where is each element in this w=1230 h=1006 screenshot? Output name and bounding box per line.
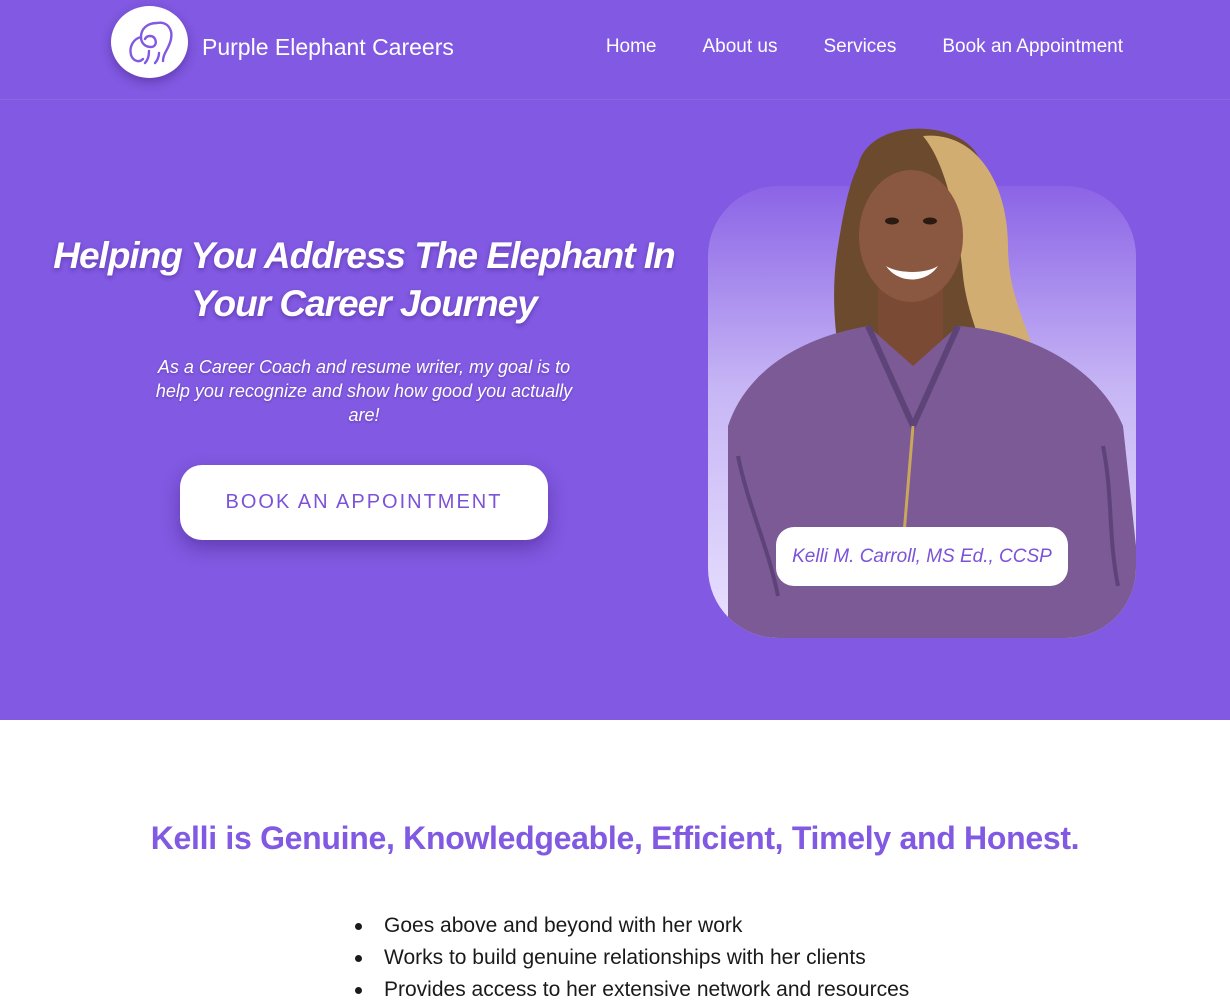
nav-services[interactable]: Services	[824, 36, 897, 58]
hero-subtitle: As a Career Coach and resume writer, my …	[155, 357, 573, 425]
brand-name[interactable]: Purple Elephant Careers	[202, 34, 454, 61]
portrait-name-card: Kelli M. Carroll, MS Ed., CCSP	[776, 527, 1068, 586]
about-heading: Kelli is Genuine, Knowledgeable, Efficie…	[150, 820, 1080, 856]
hero-title: Helping You Address The Elephant In Your…	[53, 235, 675, 324]
logo[interactable]	[111, 6, 188, 78]
nav-about-us[interactable]: About us	[703, 36, 778, 58]
nav-book-appointment[interactable]: Book an Appointment	[942, 36, 1123, 58]
site-header: Purple Elephant Careers Home About us Se…	[0, 0, 1230, 100]
list-item: Provides access to her extensive network…	[352, 974, 952, 1006]
list-item: Works to build genuine relationships wit…	[352, 942, 952, 974]
main-nav: Home About us Services Book an Appointme…	[606, 36, 1123, 58]
trait-list: Goes above and beyond with her work Work…	[352, 910, 952, 1006]
nav-home[interactable]: Home	[606, 36, 657, 58]
list-item: Goes above and beyond with her work	[352, 910, 952, 942]
book-appointment-button[interactable]: BOOK AN APPOINTMENT	[180, 465, 548, 540]
elephant-logo-icon	[128, 21, 173, 65]
